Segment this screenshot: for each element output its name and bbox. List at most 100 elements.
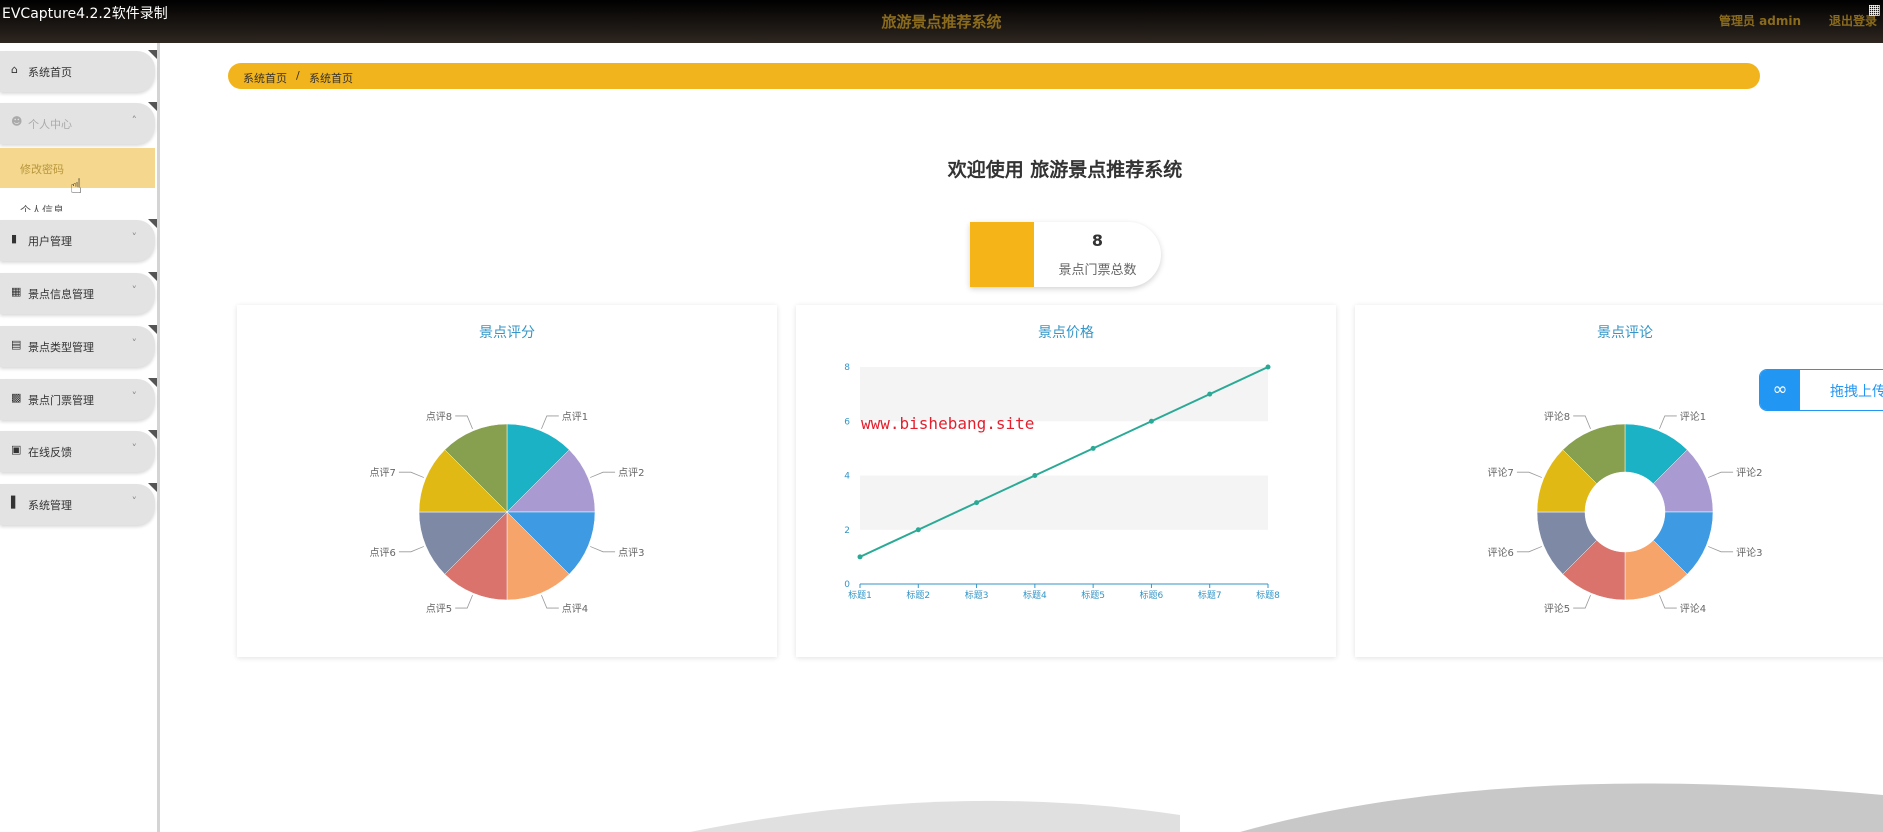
- pie-label-line: [1573, 594, 1591, 609]
- x-tick-label: 标题5: [1081, 589, 1105, 601]
- grid-icon[interactable]: ▦: [1868, 2, 1881, 18]
- pie-label-line: [455, 415, 473, 430]
- pie-label: 点评2: [618, 467, 644, 479]
- sidebar-item-label: 在线反馈: [28, 446, 72, 459]
- stat-label: 景点门票总数: [1058, 263, 1137, 278]
- data-point[interactable]: [1090, 445, 1096, 451]
- sidebar-item-label: 景点类型管理: [28, 341, 94, 354]
- sidebar-item-personal-center[interactable]: ☻ 个人中心 ˄: [0, 102, 157, 144]
- data-point[interactable]: [1207, 391, 1213, 397]
- top-bar: EVCapture4.2.2软件录制 旅游景点推荐系统 管理员 admin 退出…: [0, 0, 1883, 43]
- app-title: 旅游景点推荐系统: [881, 13, 1002, 31]
- briefcase-icon: ▤: [11, 338, 22, 351]
- pie-label-line: [1707, 546, 1734, 553]
- pie-label: 评论2: [1736, 466, 1762, 479]
- chart-panel-rating: 景点评分 点评1 点评2 点评3 点评4 点评5 点评6 点评7 点评8: [237, 305, 777, 657]
- pie-label: 评论8: [1544, 410, 1570, 423]
- corner-decoration: [148, 483, 157, 492]
- chevron-down-icon: ˅: [131, 337, 138, 350]
- data-point[interactable]: [915, 527, 921, 533]
- sidebar-item-label: 景点门票管理: [28, 394, 94, 407]
- chevron-down-icon: ˅: [131, 495, 138, 508]
- rating-pie-chart: 点评1 点评2 点评3 点评4 点评5 点评6 点评7 点评8: [370, 411, 645, 615]
- chevron-down-icon: ˅: [131, 231, 138, 244]
- sidebar-item-label: 个人中心: [28, 118, 72, 131]
- sidebar-item-home[interactable]: ⌂ 系统首页: [0, 50, 157, 92]
- x-tick-label: 标题1: [848, 589, 872, 601]
- sidebar-item-system-management[interactable]: ▌ 系统管理 ˅: [0, 483, 157, 525]
- sidebar-item-label: 用户管理: [28, 235, 72, 248]
- pie-label: 点评8: [426, 411, 452, 423]
- upload-widget[interactable]: ∞ 拖拽上传: [1759, 369, 1883, 411]
- sidebar-item-ticket-management[interactable]: ▩ 景点门票管理 ˅: [0, 378, 157, 420]
- corner-decoration: [148, 430, 157, 439]
- y-tick-label: 0: [844, 580, 850, 590]
- chevron-up-icon: ˄: [131, 114, 138, 127]
- bottom-decoration: [690, 783, 1883, 832]
- data-point[interactable]: [1265, 364, 1271, 370]
- pie-label-line: [589, 471, 616, 478]
- comments-donut-chart: 评论1 评论2 评论3 评论4 评论5 评论6 评论7 评论8: [1488, 410, 1763, 615]
- pie-label: 点评7: [370, 467, 396, 479]
- sidebar-item-feedback[interactable]: ▣ 在线反馈 ˅: [0, 430, 157, 472]
- pie-label-line: [1516, 471, 1543, 478]
- data-point[interactable]: [857, 554, 863, 560]
- user-card-icon: ▮: [11, 232, 18, 245]
- price-line-chart: 0 2 4 6 8 标题1 标题2 标题3 标题4 标题5 标题6 标题7 标题8: [844, 363, 1280, 601]
- chevron-down-icon: ˅: [131, 390, 138, 403]
- pie-label-line: [541, 415, 559, 430]
- stat-value: 8: [1091, 231, 1104, 250]
- corner-decoration: [148, 50, 157, 59]
- corner-decoration: [148, 219, 157, 228]
- chart-panel-comments: 景点评论 评论1 评论2 评论3 评论4 评论5 评论6 评论7 评论8: [1355, 305, 1883, 657]
- sidebar-item-scenic-type[interactable]: ▤ 景点类型管理 ˅: [0, 325, 157, 367]
- data-point[interactable]: [1148, 418, 1154, 424]
- chevron-down-icon: ˅: [131, 284, 138, 297]
- pie-label: 评论4: [1680, 602, 1706, 615]
- x-tick-label: 标题7: [1198, 589, 1222, 601]
- pie-label-line: [541, 594, 559, 609]
- pie-label-line: [455, 594, 473, 609]
- x-tick-label: 标题2: [906, 589, 930, 601]
- corner-decoration: [148, 325, 157, 334]
- corner-decoration: [148, 102, 157, 111]
- breadcrumb-separator: /: [296, 69, 300, 82]
- stat-color-block: [970, 222, 1034, 287]
- breadcrumb-home[interactable]: 系统首页: [243, 70, 287, 86]
- pie-label: 评论5: [1544, 602, 1570, 615]
- chevron-down-icon: ˅: [131, 442, 138, 455]
- y-tick-label: 2: [844, 526, 850, 536]
- pie-label-line: [1707, 471, 1734, 478]
- cloud-upload-icon: ∞: [1760, 370, 1800, 410]
- upload-label: 拖拽上传: [1830, 384, 1883, 400]
- corner-decoration: [148, 272, 157, 281]
- pie-label-line: [1573, 415, 1591, 430]
- pie-label-line: [1659, 415, 1677, 430]
- sidebar-item-label: 系统管理: [28, 499, 72, 512]
- sidebar-item-user-management[interactable]: ▮ 用户管理 ˅: [0, 219, 157, 261]
- pie-label-line: [398, 471, 425, 478]
- submenu-item-personal-info[interactable]: 个人信息: [20, 202, 64, 212]
- grid-band: [860, 475, 1268, 530]
- admin-user-link[interactable]: 管理员 admin: [1719, 12, 1801, 29]
- pie-label: 评论1: [1680, 410, 1706, 423]
- pie-label-line: [589, 546, 616, 553]
- bar-chart-icon: ▌: [11, 496, 20, 509]
- x-tick-label: 标题4: [1023, 589, 1047, 601]
- pie-label: 评论7: [1488, 466, 1514, 479]
- pie-label: 评论3: [1736, 546, 1762, 559]
- pie-label: 点评1: [562, 411, 588, 423]
- clipboard-icon: ▣: [11, 443, 22, 456]
- data-point[interactable]: [974, 500, 980, 506]
- watermark-text: www.bishebang.site: [861, 414, 1035, 433]
- data-point[interactable]: [1032, 473, 1038, 478]
- pie-label: 点评4: [562, 603, 588, 615]
- breadcrumb-current: 系统首页: [309, 72, 353, 85]
- breadcrumb: 系统首页 / 系统首页: [228, 63, 1760, 89]
- x-tick-label: 标题8: [1256, 589, 1280, 601]
- grid-icon: ▦: [11, 285, 22, 298]
- ticket-icon: ▩: [11, 391, 22, 404]
- sidebar-item-scenic-info[interactable]: ▦ 景点信息管理 ˅: [0, 272, 157, 314]
- sidebar-item-label: 景点信息管理: [28, 288, 94, 301]
- x-tick-label: 标题6: [1140, 589, 1164, 601]
